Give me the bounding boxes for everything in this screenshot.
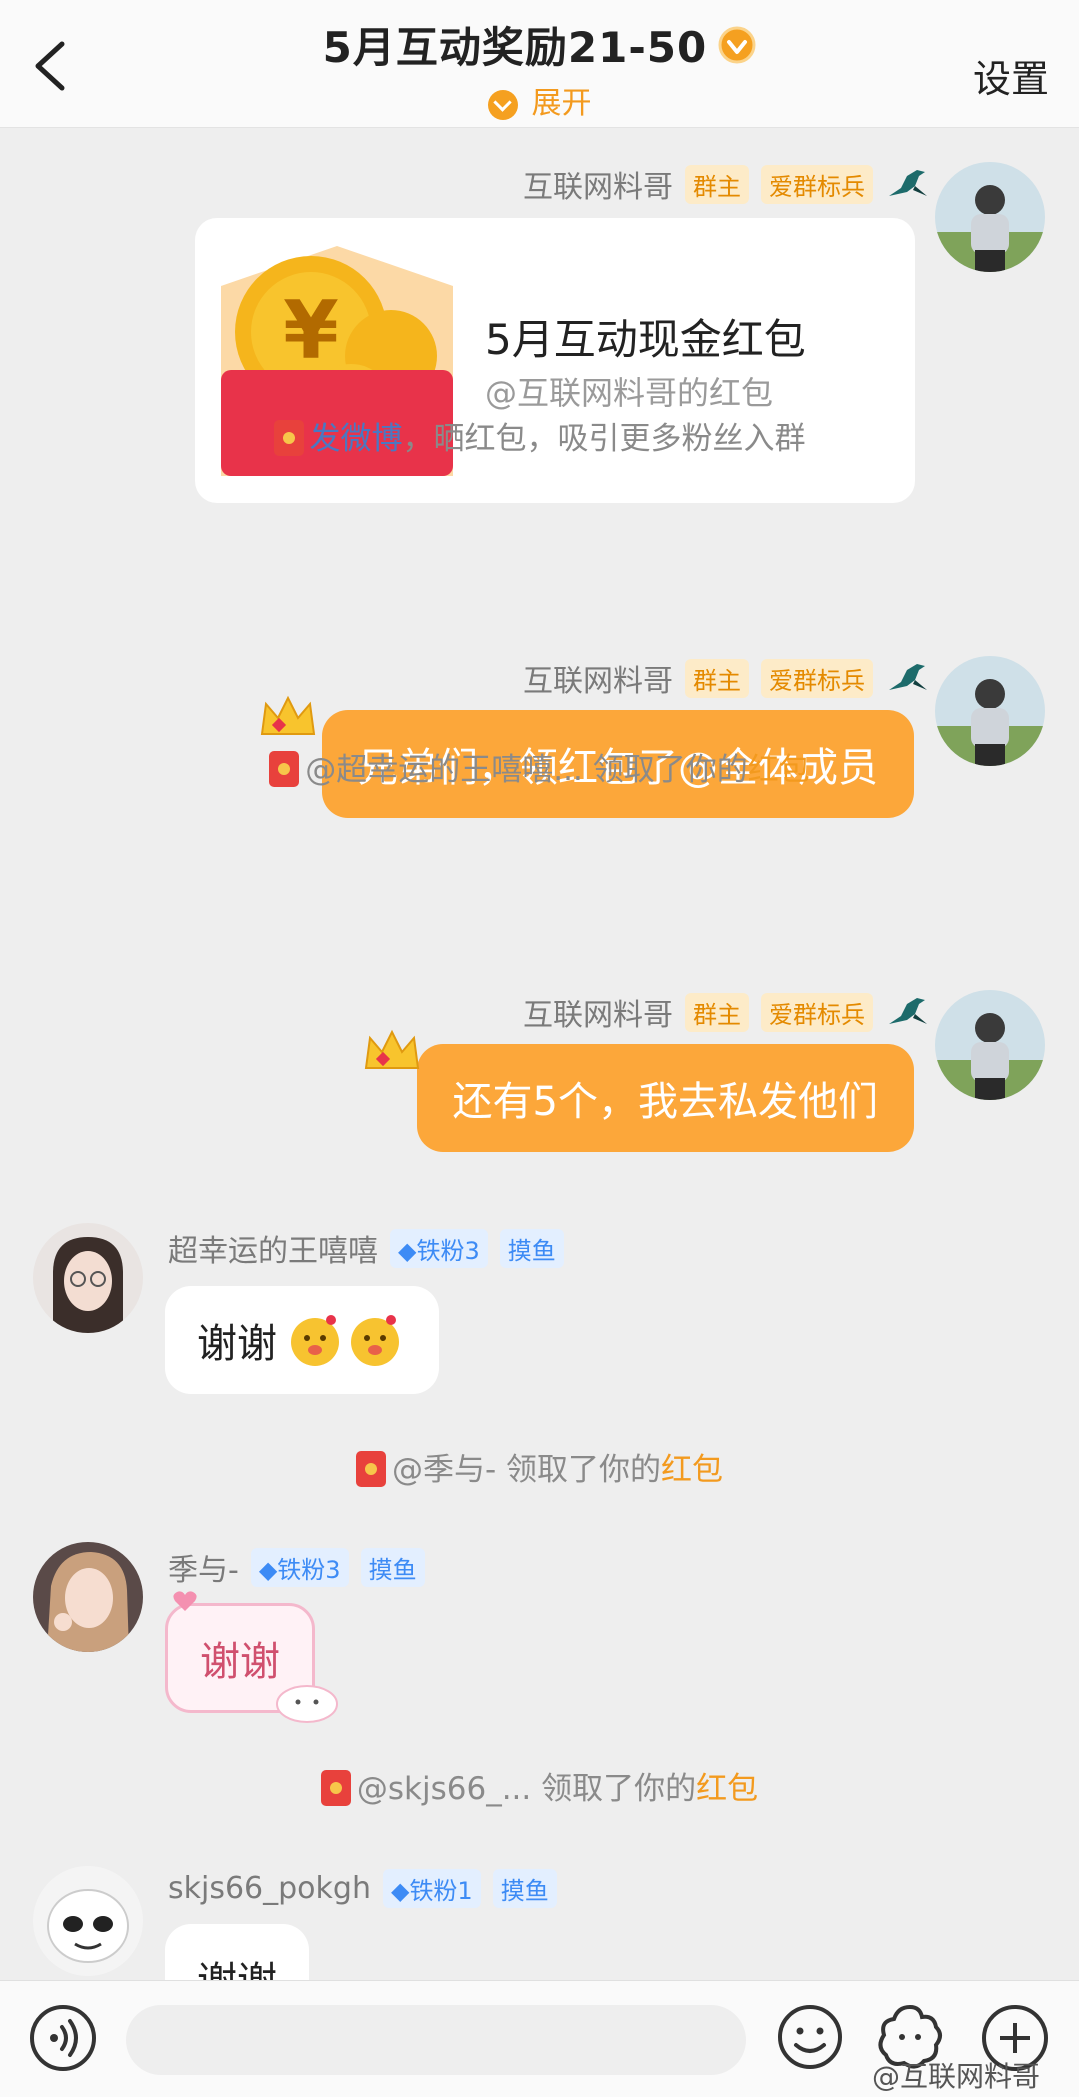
emoji-icon[interactable] (776, 2003, 844, 2071)
message-bubble[interactable]: 谢谢 (165, 1286, 439, 1394)
message-bubble[interactable]: 谢谢 (165, 1924, 309, 1980)
voice-icon (50, 2019, 78, 2057)
watermark: @互联网料哥 (872, 2060, 1041, 2093)
bird-badge-icon (889, 998, 927, 1024)
soldier-tag: 爱群标兵 (761, 658, 873, 698)
crown-icon (364, 1029, 420, 1069)
notice-text: @skjs66_... 领取了你的 (356, 1771, 697, 1807)
redpacket-link[interactable]: 红包 (748, 752, 810, 788)
group-title: 5月互动奖励21-50 (322, 23, 708, 72)
sender-line: 互联网料哥 群主 爱群标兵 (523, 162, 929, 206)
red-envelope-icon (355, 1450, 386, 1487)
sender-name[interactable]: 互联网料哥 (523, 656, 673, 700)
owner-tag: 群主 (685, 658, 749, 698)
sender-name[interactable]: 互联网料哥 (523, 990, 673, 1034)
system-notice: 发微博，晒红包，吸引更多粉丝入群 (0, 413, 1079, 459)
bird-badge-icon (889, 664, 927, 690)
post-weibo-link[interactable]: 发微博 (310, 421, 403, 457)
redpacket-card[interactable]: ¥ 5月互动现金红包 @互联网料哥的红包 (195, 218, 915, 503)
verified-badge-icon (718, 26, 756, 63)
notice-text: @超幸运的王嘻嘻... 领取了你的 (305, 752, 748, 788)
owner-tag: 群主 (685, 992, 749, 1032)
title-area: 5月互动奖励21-50 (0, 14, 1079, 75)
expand-toggle[interactable]: 展开 (0, 78, 1079, 122)
card-subtitle: @互联网料哥的红包 (485, 374, 774, 412)
diamond-icon: ◆ (258, 1555, 278, 1584)
crown-icon (260, 695, 316, 735)
card-title: 5月互动现金红包 (485, 315, 806, 364)
message-list[interactable]: 互联网料哥 群主 爱群标兵 ¥ 5月互动现金红包 @互联网料哥的红包 发微博，晒… (0, 128, 1079, 1980)
blush-emoji-icon (291, 1315, 399, 1366)
fish-tag: 摸鱼 (360, 1547, 425, 1587)
sender-name[interactable]: 季与- (168, 1545, 239, 1589)
avatar-photo (33, 1223, 143, 1333)
avatar-user[interactable] (33, 1866, 143, 1976)
red-envelope-icon (269, 750, 300, 787)
sender-name[interactable]: 互联网料哥 (523, 162, 673, 206)
message-text: 谢谢 (197, 1949, 277, 1980)
chat-header: 5月互动奖励21-50 展开 设置 (0, 0, 1079, 128)
redpacket-link[interactable]: 红包 (661, 1452, 723, 1488)
avatar-photo (935, 162, 1045, 272)
avatar-photo (33, 1542, 143, 1652)
notice-text: @季与- 领取了你的 (391, 1452, 662, 1488)
fan-level-label: 铁粉3 (277, 1555, 341, 1584)
red-envelope-icon (273, 419, 304, 456)
svg-text:¥: ¥ (283, 284, 339, 377)
diamond-icon: ◆ (390, 1877, 410, 1905)
notice-text: ，晒红包，吸引更多粉丝入群 (402, 421, 806, 457)
cat-sticker-icon (276, 1685, 338, 1723)
soldier-tag: 爱群标兵 (761, 992, 873, 1032)
heart-icon (173, 1591, 197, 1611)
expand-label: 展开 (531, 86, 592, 121)
avatar-photo (935, 990, 1045, 1100)
fan-level-label: 铁粉3 (416, 1236, 480, 1265)
voice-button[interactable] (30, 2005, 96, 2071)
avatar-user[interactable] (33, 1542, 143, 1652)
avatar-self[interactable] (935, 990, 1045, 1100)
redpacket-link[interactable]: 红包 (696, 1771, 758, 1807)
sender-line: 季与- ◆铁粉3 摸鱼 (168, 1545, 425, 1589)
avatar-photo (33, 1866, 143, 1976)
message-redpacket: 互联网料哥 群主 爱群标兵 ¥ 5月互动现金红包 @互联网料哥的红包 (0, 128, 1079, 518)
soldier-tag: 爱群标兵 (761, 164, 873, 204)
fan-level-tag: ◆铁粉3 (250, 1547, 349, 1587)
fan-level-tag: ◆铁粉3 (390, 1228, 488, 1268)
sender-name[interactable]: skjs66_pokgh (168, 1871, 371, 1906)
fan-level-tag: ◆铁粉1 (382, 1869, 481, 1908)
system-notice: @季与- 领取了你的红包 (0, 1444, 1079, 1490)
chevron-down-icon (487, 89, 518, 120)
system-notice: @超幸运的王嘻嘻... 领取了你的红包 (0, 744, 1079, 790)
settings-button[interactable]: 设置 (973, 48, 1049, 103)
diamond-icon: ◆ (398, 1236, 417, 1265)
avatar-user[interactable] (33, 1223, 143, 1333)
sender-line: skjs66_pokgh ◆铁粉1 摸鱼 (168, 1869, 557, 1908)
red-envelope-icon (320, 1769, 351, 1806)
message-bubble[interactable]: 还有5个，我去私发他们 (416, 1044, 914, 1152)
message-input[interactable] (126, 2005, 746, 2075)
sender-line: 互联网料哥 群主 爱群标兵 (523, 656, 929, 700)
sender-name[interactable]: 超幸运的王嘻嘻 (168, 1226, 378, 1270)
owner-tag: 群主 (685, 164, 749, 204)
message-text: 谢谢 (197, 1321, 277, 1367)
avatar-self[interactable] (935, 162, 1045, 272)
sender-line: 超幸运的王嘻嘻 ◆铁粉3 摸鱼 (168, 1226, 564, 1270)
sender-line: 互联网料哥 群主 爱群标兵 (523, 990, 929, 1034)
system-notice: @skjs66_... 领取了你的红包 (0, 1763, 1079, 1809)
bird-badge-icon (889, 170, 927, 196)
fish-tag: 摸鱼 (492, 1869, 557, 1908)
message-text: 谢谢 (200, 1639, 280, 1685)
fan-level-label: 铁粉1 (409, 1877, 473, 1905)
fish-tag: 摸鱼 (499, 1228, 564, 1268)
